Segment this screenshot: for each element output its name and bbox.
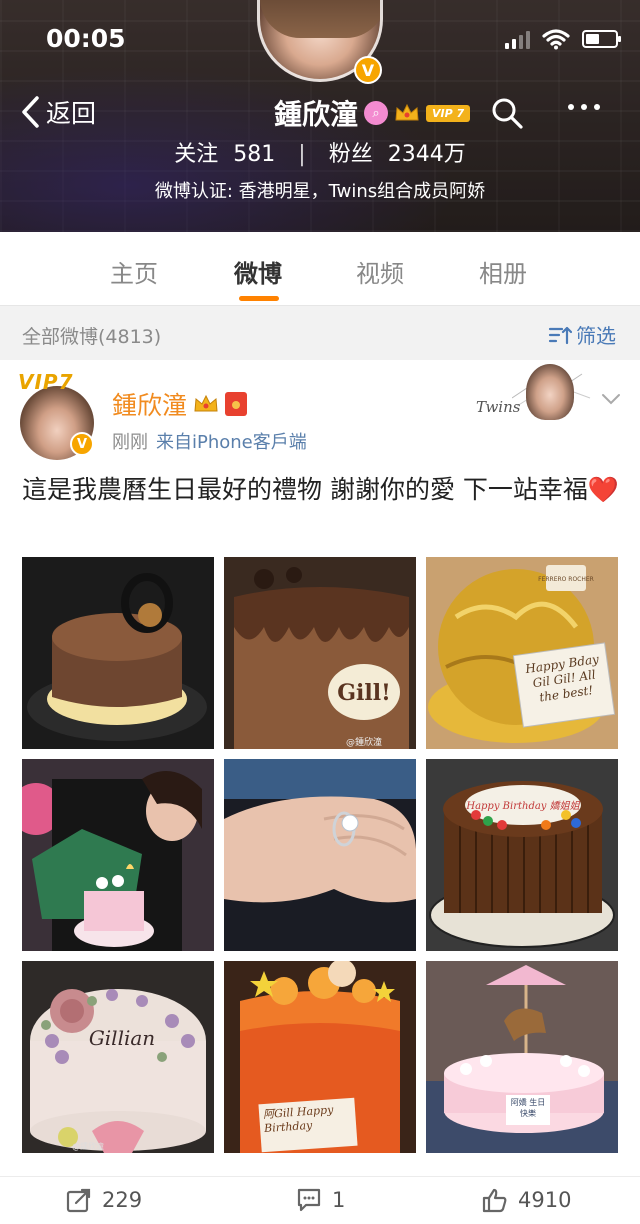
thumbs-up-icon [482, 1188, 507, 1213]
post-time: 刚刚 [112, 432, 148, 453]
battery-level [586, 34, 599, 44]
comment-count: 1 [332, 1188, 346, 1212]
wifi-icon [542, 29, 570, 50]
post-verified-icon: V [70, 432, 94, 456]
red-packet-icon[interactable] [225, 392, 248, 416]
card-decoration[interactable]: Twins [472, 364, 600, 424]
battery-icon [582, 30, 621, 48]
photo-carousel-cake[interactable]: 阿嬌 生日快樂 [426, 961, 618, 1153]
back-button[interactable]: 返回 [20, 94, 96, 130]
ferrero-cake-image: FERRERO ROCHER Happy Bday Gil Gil! All t… [426, 557, 618, 749]
post-meta: 刚刚 来自iPhone客戶端 [112, 428, 307, 454]
filter-button[interactable]: 筛选 [548, 320, 616, 349]
stats-divider: | [298, 142, 306, 167]
kitkat-cake-image: Happy Birthday 嬌姐姐 [426, 759, 618, 951]
crown-icon [194, 394, 218, 412]
verified-badge-icon: V [354, 56, 382, 84]
tab-home[interactable]: 主页 [110, 254, 158, 289]
crown-icon [395, 103, 419, 121]
post-source[interactable]: 来自iPhone客戶端 [156, 432, 307, 453]
post-count-label: 全部微博(4813) [22, 326, 162, 348]
filter-label: 筛选 [576, 324, 616, 348]
card-signature: Twins [476, 398, 521, 416]
profile-header: 00:05 V 返回 鍾欣潼 ⌕ VIP 7 关注 581 | 粉丝 2344万… [0, 0, 640, 232]
comment-button[interactable]: 1 [296, 1187, 345, 1213]
chevron-down-icon[interactable] [600, 392, 622, 406]
heart-emoji: ❤️ [587, 475, 620, 504]
follow-count[interactable]: 581 [233, 142, 275, 167]
blowing-candles-image [22, 759, 214, 951]
back-label: 返回 [46, 99, 97, 128]
comment-icon [297, 1188, 321, 1212]
card-avatar-image [526, 364, 574, 420]
orange-cake-label: 阿Gill Happy Birthday [262, 1103, 334, 1136]
fans-label[interactable]: 粉丝 [329, 142, 373, 167]
post-text: 這是我農曆生日最好的禮物 謝謝你的愛 下一站幸福❤️ [22, 470, 622, 510]
post-author-row: 鍾欣潼 [112, 386, 248, 422]
tab-album[interactable]: 相册 [479, 254, 527, 289]
profile-tabs: 主页 微博 视频 相册 [0, 232, 640, 306]
like-button[interactable]: 4910 [482, 1187, 571, 1213]
status-icons [505, 28, 621, 50]
profile-stats: 关注 581 | 粉丝 2344万 [0, 136, 640, 168]
ferrero-brand-label: FERRERO ROCHER [538, 576, 594, 583]
carousel-cake-image: 阿嬌 生日快樂 [426, 961, 618, 1153]
like-count: 4910 [518, 1188, 572, 1212]
repost-button[interactable]: 229 [66, 1187, 142, 1213]
drip-cake-image: Gill! @鍾欣潼 [224, 557, 416, 749]
filter-icon [548, 326, 572, 344]
search-member-icon: ⌕ [364, 101, 389, 125]
repost-icon [66, 1188, 91, 1213]
photo-kitkat-cake[interactable]: Happy Birthday 嬌姐姐 [426, 759, 618, 951]
kitkat-cake-label: Happy Birthday 嬌姐姐 [465, 800, 580, 812]
status-time: 00:05 [46, 24, 126, 53]
photo-blowing-candles[interactable] [22, 759, 214, 951]
photo-diamond-ring[interactable] [224, 759, 416, 951]
search-icon[interactable] [490, 96, 524, 130]
orange-cake-image: 阿Gill Happy Birthday [224, 961, 416, 1153]
image-grid: Gill! @鍾欣潼 FERRERO ROCHER Happy Bday Gil… [22, 557, 618, 1153]
photo-flower-cake[interactable]: Gillian @鍾欣潼 [22, 961, 214, 1153]
follow-label[interactable]: 关注 [174, 142, 218, 167]
diamond-ring-image [224, 759, 416, 951]
tab-weibo[interactable]: 微博 [234, 254, 282, 289]
post-author-name[interactable]: 鍾欣潼 [112, 386, 187, 422]
certification-text: 微博认证: 香港明星，Twins组合成员阿娇 [154, 181, 486, 202]
signal-icon [505, 29, 530, 49]
chevron-left-icon [22, 96, 39, 128]
avatar-hair [260, 0, 380, 38]
photo-chocolate-ring-cake[interactable] [22, 557, 214, 749]
post-action-bar: 229 1 4910 [0, 1176, 640, 1224]
vip-badge: VIP7 [18, 370, 74, 394]
photo-orange-cake[interactable]: 阿Gill Happy Birthday [224, 961, 416, 1153]
filter-bar: 全部微博(4813) 筛选 [0, 306, 640, 360]
more-icon[interactable] [568, 104, 600, 110]
chocolate-ring-cake-image [22, 557, 214, 749]
flower-cake-watermark: @鍾欣潼 [72, 1141, 104, 1151]
active-tab-indicator [239, 296, 279, 301]
profile-name-row: 鍾欣潼 ⌕ VIP 7 [274, 93, 471, 133]
repost-count: 229 [102, 1188, 143, 1212]
drip-cake-label: Gill! [337, 680, 391, 706]
tab-video[interactable]: 视频 [356, 254, 404, 289]
profile-name: 鍾欣潼 [274, 98, 359, 131]
flower-cake-label: Gillian [89, 1026, 155, 1050]
flower-cake-image: Gillian @鍾欣潼 [22, 961, 214, 1153]
vip-level-badge[interactable]: VIP 7 [426, 104, 471, 122]
photo-drip-cake[interactable]: Gill! @鍾欣潼 [224, 557, 416, 749]
carousel-cake-label: 阿嬌 生日快樂 [510, 1098, 546, 1118]
drip-cake-watermark: @鍾欣潼 [346, 736, 382, 748]
photo-ferrero-cake[interactable]: FERRERO ROCHER Happy Bday Gil Gil! All t… [426, 557, 618, 749]
fans-count[interactable]: 2344万 [388, 142, 466, 167]
post-body: 這是我農曆生日最好的禮物 謝謝你的愛 下一站幸福 [22, 475, 588, 504]
